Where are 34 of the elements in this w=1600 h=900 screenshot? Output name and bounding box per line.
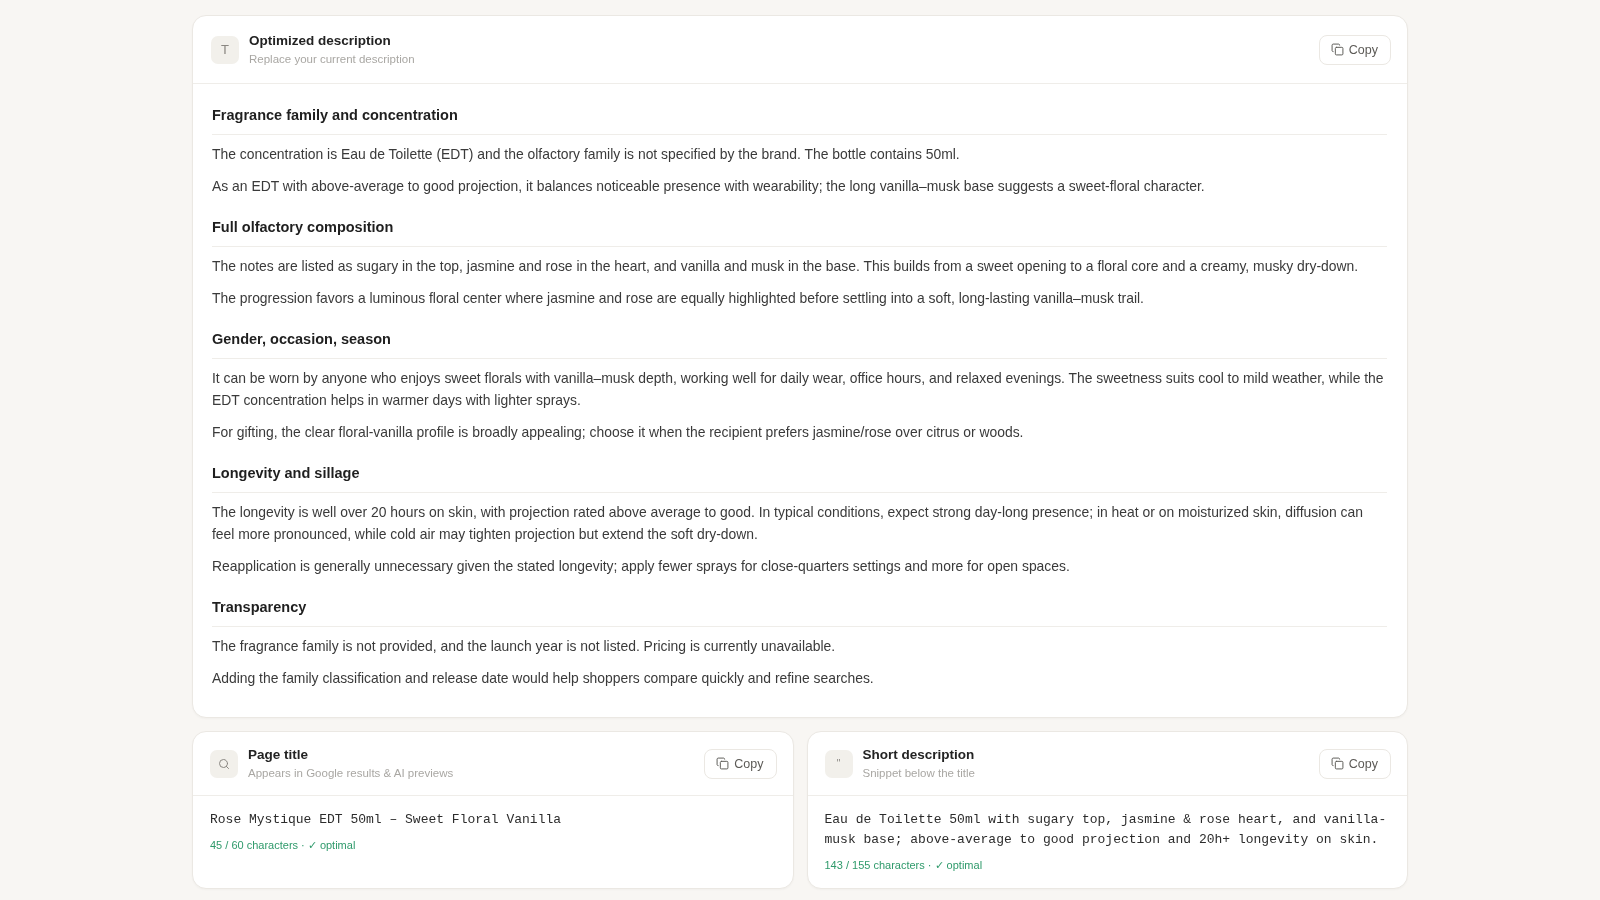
- paragraph: The notes are listed as sugary in the top, jasmine and rose in the heart, and vanilla and musk in the base. This builds from a sweet opening to a floral core and a creamy, musky dry-down.: [212, 257, 1360, 276]
- copy-icon: [1330, 757, 1344, 770]
- section-heading: Gender, occasion, season: [212, 329, 1387, 359]
- paragraph: The fragrance family is not provided, and the launch year is not listed. Pricing is currently unavailable.: [212, 637, 837, 656]
- output-text: Eau de Toilette 50ml with sugary top, jasmine & rose heart, and vanilla-musk base; above-average to good projection and 20h+ longevity on skin.: [824, 811, 1388, 849]
- paragraph: For gifting, the clear floral-vanilla profile is broadly appealing; choose it when the recipient prefers jasmine/rose over citrus or woods.: [212, 423, 1025, 442]
- copy-icon: [716, 757, 730, 770]
- card-title: Page title: [248, 746, 310, 764]
- paragraph: Adding the family classification and release date would help shoppers compare quickly and refine searches.: [212, 669, 875, 688]
- section-heading: Transparency: [212, 597, 1387, 627]
- paragraph: Reapplication is generally unnecessary given the stated longevity; apply fewer sprays for close-quarters settings and more for open spaces.: [212, 557, 1071, 576]
- quote-icon: ": [824, 749, 853, 778]
- character-count: 143 / 155 characters · ✓ optimal: [824, 858, 984, 872]
- letter-icon: T: [211, 35, 239, 64]
- character-count: 45 / 60 characters · ✓ optimal: [210, 838, 357, 852]
- copy-button[interactable]: Copy: [1318, 34, 1391, 65]
- card-subtitle: Replace your current description: [249, 52, 416, 67]
- paragraph: As an EDT with above-average to good projection, it balances noticeable presence with wearability; the long vanilla–musk base suggests a sweet-floral character.: [212, 177, 1206, 196]
- card-subtitle: Snippet below the title: [862, 766, 977, 781]
- copy-button[interactable]: Copy: [1318, 748, 1391, 779]
- paragraph: The longevity is well over 20 hours on skin, with projection rated above average to good. In typical conditions, expect strong day-long presence; in heat or on moisturized skin, diffusion can feel more pronounced, while cold air may tighten projection but extend the soft dry-down.: [212, 503, 1364, 544]
- copy-button[interactable]: Copy: [704, 748, 777, 779]
- copy-icon: [1330, 43, 1344, 56]
- search-icon: [210, 749, 238, 778]
- section-heading: Full olfactory composition: [212, 217, 1387, 247]
- section-heading: Longevity and sillage: [212, 463, 1387, 493]
- paragraph: It can be worn by anyone who enjoys sweet florals with vanilla–musk depth, working well for daily wear, office hours, and relaxed evenings. The sweetness suits cool to mild weather, while the EDT concentration helps in warmer days with lighter sprays.: [212, 369, 1385, 410]
- paragraph: The concentration is Eau de Toilette (EDT) and the olfactory family is not specified by the brand. The bottle contains 50ml.: [212, 145, 961, 164]
- card-subtitle: Appears in Google results & AI previews: [248, 766, 455, 781]
- output-text: Rose Mystique EDT 50ml – Sweet Floral Vanilla: [210, 811, 563, 829]
- section-heading: Fragrance family and concentration: [212, 105, 1387, 135]
- paragraph: The progression favors a luminous floral center where jasmine and rose are equally highlighted before settling into a soft, long-lasting vanilla–musk trail.: [212, 289, 1145, 308]
- card-title: Short description: [862, 746, 976, 764]
- card-title: Optimized description: [249, 32, 392, 50]
